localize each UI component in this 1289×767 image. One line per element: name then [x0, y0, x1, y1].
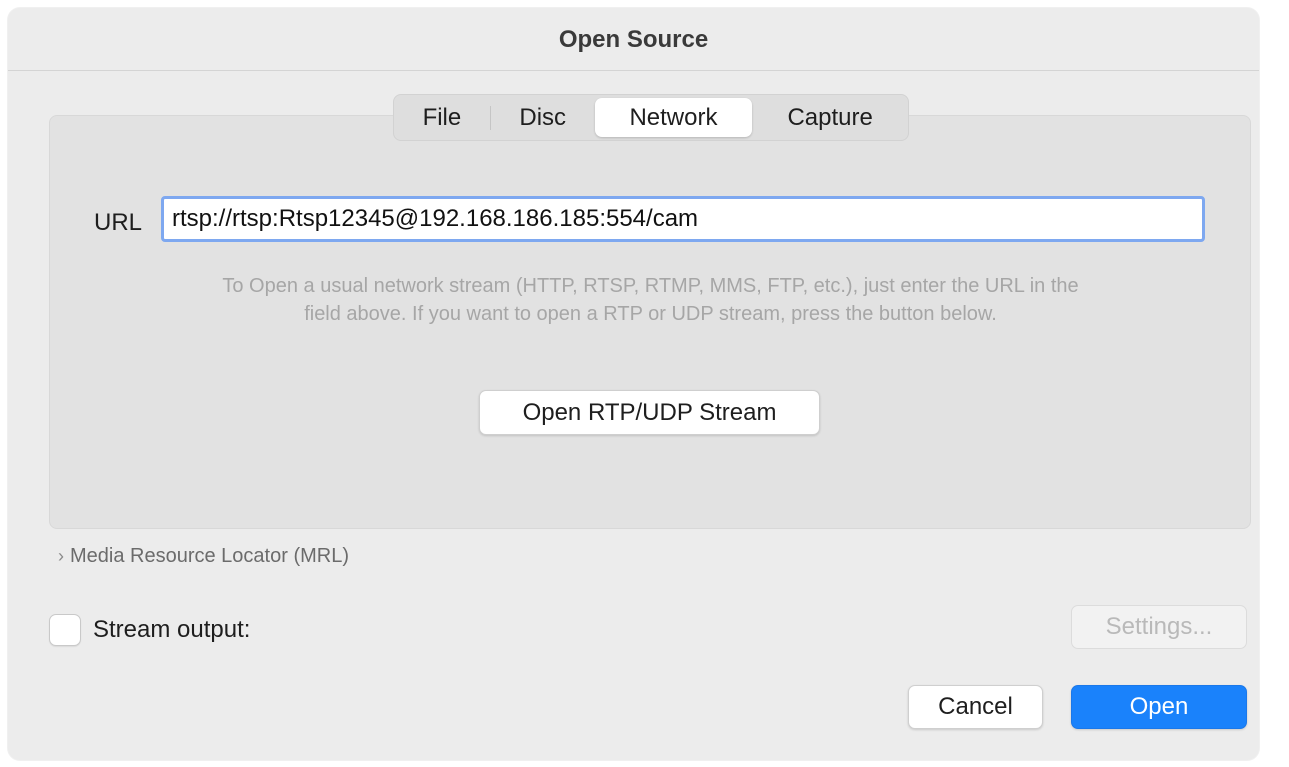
stream-output-label: Stream output: [93, 616, 251, 643]
mrl-label: Media Resource Locator (MRL) [70, 545, 349, 567]
tab-file[interactable]: File [394, 95, 490, 140]
title-bar: Open Source [8, 8, 1259, 71]
settings-button[interactable]: Settings... [1071, 605, 1247, 649]
tab-capture[interactable]: Capture [752, 95, 908, 140]
url-input[interactable] [161, 196, 1205, 242]
tab-disc[interactable]: Disc [491, 95, 595, 140]
help-text-line: field above. If you want to open a RTP o… [304, 303, 997, 325]
stream-output-checkbox[interactable] [49, 614, 81, 646]
mrl-disclosure[interactable]: › Media Resource Locator (MRL) [58, 545, 349, 568]
open-rtp-udp-stream-button[interactable]: Open RTP/UDP Stream [479, 390, 820, 435]
window-title: Open Source [558, 26, 709, 53]
url-label: URL [94, 209, 143, 236]
tab-network[interactable]: Network [594, 98, 753, 137]
network-help-text: To Open a usual network stream (HTTP, RT… [68, 272, 1233, 328]
cancel-button[interactable]: Cancel [908, 685, 1043, 729]
tab-bar: File Disc Network Capture [393, 94, 909, 141]
help-text-line: To Open a usual network stream (HTTP, RT… [222, 275, 1079, 297]
chevron-right-icon: › [58, 546, 64, 566]
open-button[interactable]: Open [1071, 685, 1247, 729]
open-source-dialog: Open Source File Disc Network Capture UR… [8, 8, 1259, 760]
